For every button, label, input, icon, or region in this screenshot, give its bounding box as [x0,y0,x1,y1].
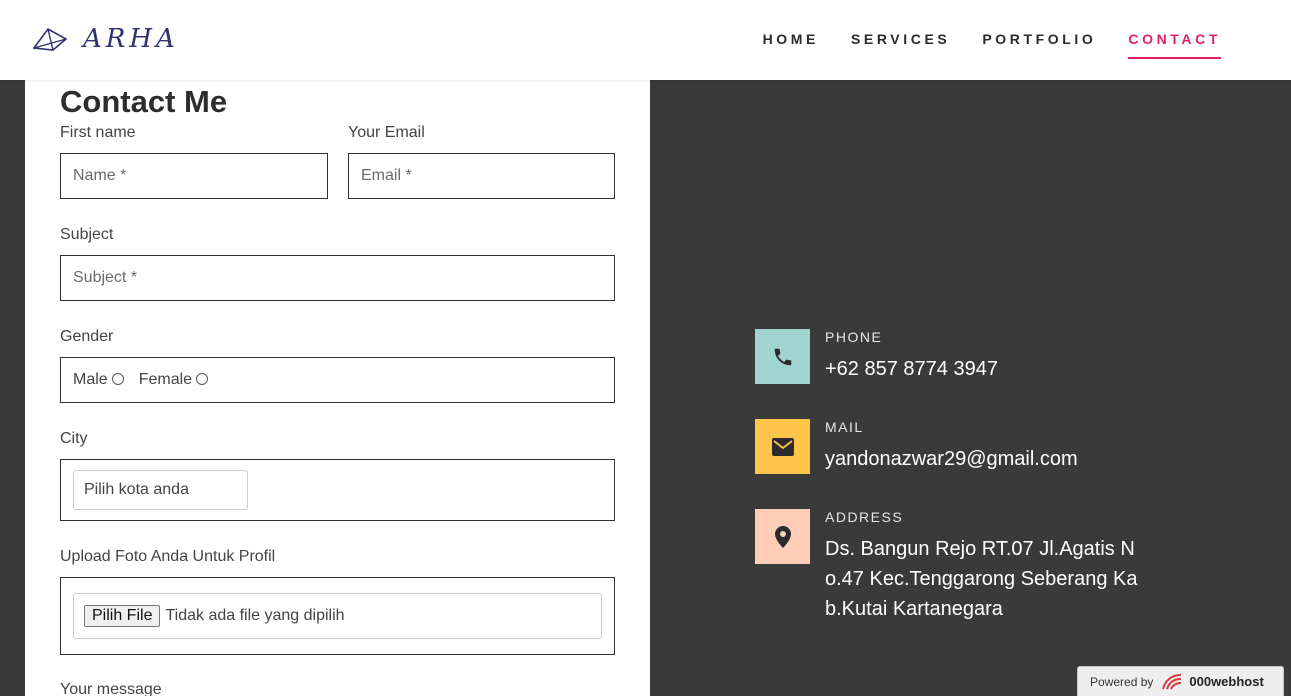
gender-option-male[interactable]: Male [73,371,124,389]
nav-contact[interactable]: CONTACT [1128,31,1221,59]
address-line-2: o.47 Kec.Tenggarong Seberang Ka [825,568,1138,590]
location-pin-icon [774,525,791,548]
male-radio[interactable] [111,373,124,385]
mail-icon-box [755,419,810,474]
nav-portfolio[interactable]: PORTFOLIO [982,31,1096,59]
city-select-value: Pilih kota anda [84,481,189,498]
site-logo[interactable]: ARHA [33,25,179,53]
subject-field[interactable] [60,255,615,301]
phone-heading: PHONE [825,329,883,345]
webhost-logo-icon [1162,673,1182,689]
nav-home[interactable]: HOME [763,31,819,59]
upload-field: Pilih File Tidak ada file yang dipilih [60,577,615,655]
subject-label: Subject [60,226,114,243]
email-input[interactable] [361,167,614,185]
address-icon-box [755,509,810,564]
upload-label: Upload Foto Anda Untuk Profil [60,548,276,565]
nav-services[interactable]: SERVICES [851,31,950,59]
mail-heading: MAIL [825,419,864,435]
contact-form-panel: Contact Me First name Your Email Subject… [25,80,650,696]
first-name-input[interactable] [73,167,327,185]
powered-by-text: Powered by [1090,674,1154,689]
choose-file-button[interactable]: Pilih File [84,605,161,627]
phone-icon [774,348,791,365]
form-title: Contact Me [60,84,228,119]
gender-option-female[interactable]: Female [138,371,209,389]
mail-icon [771,437,794,456]
city-select[interactable]: Pilih kota anda [73,470,248,510]
phone-icon-box [755,329,810,384]
subject-input[interactable] [73,269,614,287]
file-status: Tidak ada file yang dipilih [165,607,345,624]
logo-text: ARHA [83,24,179,54]
city-field: Pilih kota anda [60,459,615,521]
gender-radio-group: Male Female [73,371,223,389]
mail-value[interactable]: yandonazwar29@gmail.com [825,444,1078,474]
gender-female-label: Female [138,371,193,388]
gender-field: Male Female [60,357,615,403]
address-value: Ds. Bangun Rejo RT.07 Jl.Agatis N o.47 K… [825,534,1137,624]
webhost-brand-text: 000webhost [1189,674,1264,689]
female-radio[interactable] [196,373,209,385]
address-line-1: Ds. Bangun Rejo RT.07 Jl.Agatis N [825,538,1135,560]
gender-male-label: Male [73,371,108,388]
first-name-field[interactable] [60,153,328,199]
logo-icon [33,27,67,51]
email-field[interactable] [348,153,615,199]
address-info: ADDRESS Ds. Bangun Rejo RT.07 Jl.Agatis … [755,509,1255,620]
powered-by-badge[interactable]: Powered by 000webhost [1077,666,1284,696]
address-heading: ADDRESS [825,509,904,525]
mail-info: MAIL yandonazwar29@gmail.com [755,419,1255,479]
email-label: Your Email [348,124,425,141]
phone-value[interactable]: +62 857 8774 3947 [825,354,998,384]
phone-info: PHONE +62 857 8774 3947 [755,329,1255,389]
main-nav: HOME SERVICES PORTFOLIO CONTACT [731,31,1221,59]
left-background-strip [0,80,25,696]
city-label: City [60,430,88,447]
message-label: Your message [60,681,162,696]
address-line-3: b.Kutai Kartanegara [825,598,1003,620]
contact-info-area: PHONE +62 857 8774 3947 MAIL yandonazwar… [650,80,1291,696]
first-name-label: First name [60,124,136,141]
gender-label: Gender [60,328,114,345]
file-input[interactable]: Pilih File Tidak ada file yang dipilih [73,593,602,639]
top-navbar: ARHA HOME SERVICES PORTFOLIO CONTACT [0,0,1291,80]
